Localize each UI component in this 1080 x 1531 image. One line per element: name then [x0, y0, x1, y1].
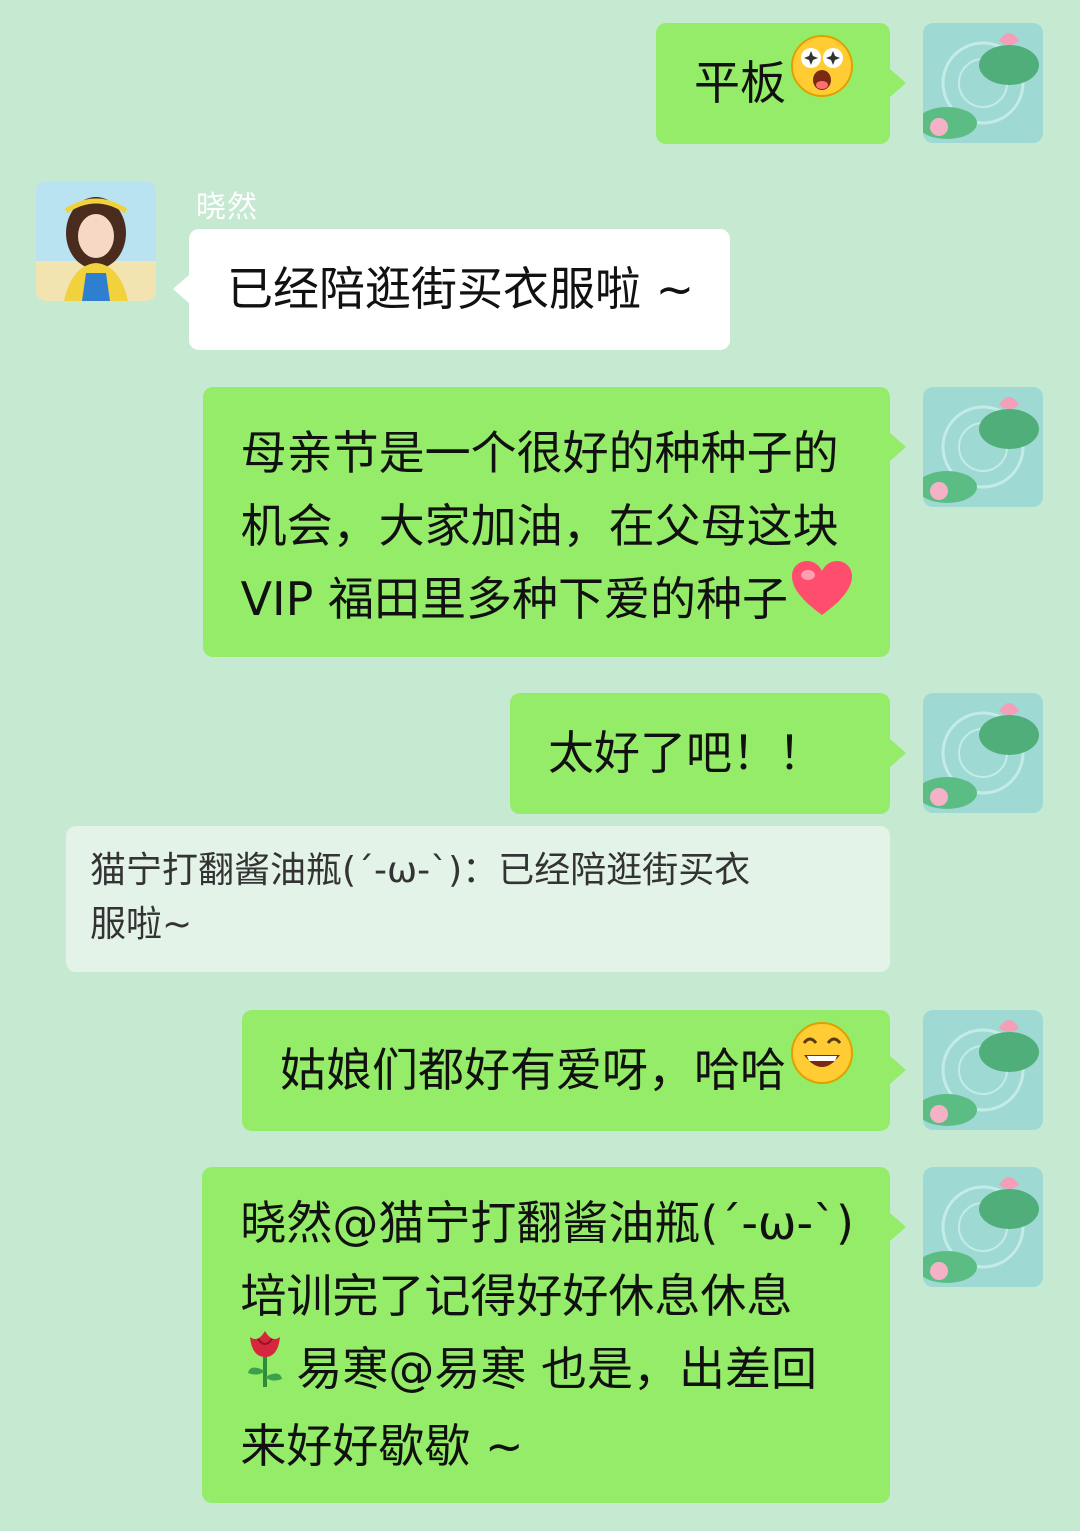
message-line: 培训完了记得好好休息休息 — [240, 1269, 793, 1323]
message-bubble[interactable]: 母亲节是一个很好的种种子的 机会，大家加油，在父母这块 VIP 福田里多种下爱的… — [202, 387, 907, 657]
message-text: 已经陪逛街买衣服啦 ~ — [227, 262, 695, 316]
message-text: 太好了吧！！ — [548, 726, 824, 780]
message-line: 机会，大家加油，在父母这块 — [240, 499, 839, 553]
message-bubble[interactable]: 姑娘们都好有爱呀，哈哈 — [242, 1009, 906, 1131]
message-bubble[interactable]: 太好了吧！！ — [510, 693, 906, 814]
heart-emoji-icon — [790, 559, 854, 638]
sender-avatar[interactable] — [36, 181, 156, 301]
my-avatar[interactable] — [923, 23, 1043, 143]
message-bubble[interactable]: 平板 — [656, 22, 906, 144]
quoted-message[interactable]: 猫宁打翻酱油瓶(´-ω-`)：已经陪逛街买衣 服啦~ — [66, 826, 890, 972]
rose-emoji-icon — [240, 1327, 290, 1410]
message-line: 易寒@易寒 也是，出差回 — [296, 1342, 817, 1396]
message-line: 晓然@猫宁打翻酱油瓶(´-ω-`) — [240, 1196, 854, 1250]
my-avatar[interactable] — [923, 1010, 1043, 1130]
quote-line: 猫宁打翻酱油瓶(´-ω-`)：已经陪逛街买衣 — [90, 850, 751, 891]
message-bubble[interactable]: 已经陪逛街买衣服啦 ~ — [172, 229, 731, 350]
chat-area[interactable]: 平板 晓然 已经陪逛街买衣服啦 ~ 母亲节是一个很好的种种子的 机会，大家加油，… — [0, 0, 1080, 1531]
my-avatar[interactable] — [923, 693, 1043, 813]
message-text: 平板 — [694, 56, 786, 110]
quote-line: 服啦~ — [90, 904, 193, 945]
sender-name: 晓然 — [196, 190, 258, 225]
message-bubble[interactable]: 晓然@猫宁打翻酱油瓶(´-ω-`) 培训完了记得好好休息休息 易寒@易寒 也是，… — [202, 1167, 906, 1503]
my-avatar[interactable] — [923, 387, 1043, 507]
starstruck-emoji-icon — [790, 22, 854, 143]
my-avatar[interactable] — [923, 1167, 1043, 1287]
message-text: 姑娘们都好有爱呀，哈哈 — [280, 1043, 786, 1097]
message-line: VIP 福田里多种下爱的种子 — [240, 572, 788, 626]
grin-emoji-icon — [790, 1009, 854, 1130]
message-line: 来好好歇歇 ~ — [240, 1419, 524, 1473]
message-line: 母亲节是一个很好的种种子的 — [240, 426, 839, 480]
